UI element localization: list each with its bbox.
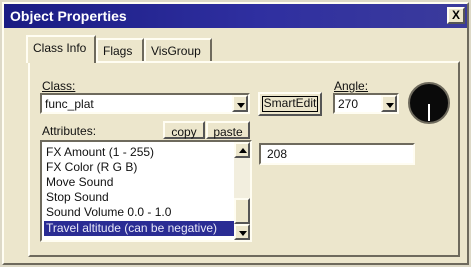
copy-button[interactable]: copy — [163, 121, 205, 139]
attributes-scrollbar[interactable] — [234, 142, 250, 240]
chevron-down-icon[interactable] — [232, 95, 248, 112]
attribute-value: 208 — [267, 147, 288, 161]
close-icon: X — [451, 8, 460, 22]
smartedit-button[interactable]: SmartEdit — [258, 92, 322, 116]
chevron-down-icon[interactable] — [381, 95, 397, 112]
list-item[interactable]: FX Amount (1 - 255) — [44, 145, 234, 160]
dial-pointer — [428, 104, 430, 121]
tab-class-info[interactable]: Class Info — [26, 35, 96, 63]
attributes-label: Attributes: — [42, 124, 97, 138]
tab-visgroup[interactable]: VisGroup — [144, 38, 212, 62]
list-item[interactable]: FX Color (R G B) — [44, 160, 234, 175]
angle-value: 270 — [338, 97, 359, 111]
close-button[interactable]: X — [447, 7, 465, 24]
list-item[interactable]: Stop Sound — [44, 190, 234, 205]
angle-combo[interactable]: 270 — [333, 93, 399, 114]
scroll-down-icon[interactable] — [234, 224, 250, 240]
tab-flags-label: Flags — [103, 44, 133, 58]
scroll-up-icon[interactable] — [234, 142, 250, 158]
list-item[interactable]: Move Sound — [44, 175, 234, 190]
paste-button[interactable]: paste — [206, 121, 250, 139]
attributes-list[interactable]: FX Amount (1 - 255) FX Color (R G B) Mov… — [40, 140, 252, 242]
tab-flags[interactable]: Flags — [96, 38, 144, 62]
tab-class-info-label: Class Info — [33, 41, 87, 55]
angle-label: Angle: — [334, 79, 369, 93]
list-item-selected[interactable]: Travel altitude (can be negative) — [44, 221, 234, 236]
smartedit-label: SmartEdit — [263, 96, 317, 110]
class-combo[interactable]: func_plat — [40, 93, 250, 114]
list-item[interactable]: Sound Volume 0.0 - 1.0 — [44, 205, 234, 220]
window-title: Object Properties — [10, 8, 127, 24]
tab-visgroup-label: VisGroup — [151, 44, 201, 58]
copy-label: copy — [171, 125, 197, 139]
title-bar: Object Properties X — [4, 4, 467, 28]
class-value: func_plat — [45, 97, 94, 111]
paste-label: paste — [213, 125, 243, 139]
angle-dial[interactable] — [408, 82, 450, 124]
scroll-thumb[interactable] — [234, 198, 250, 224]
class-label: Class: — [42, 79, 76, 93]
attribute-value-input[interactable]: 208 — [259, 143, 415, 165]
